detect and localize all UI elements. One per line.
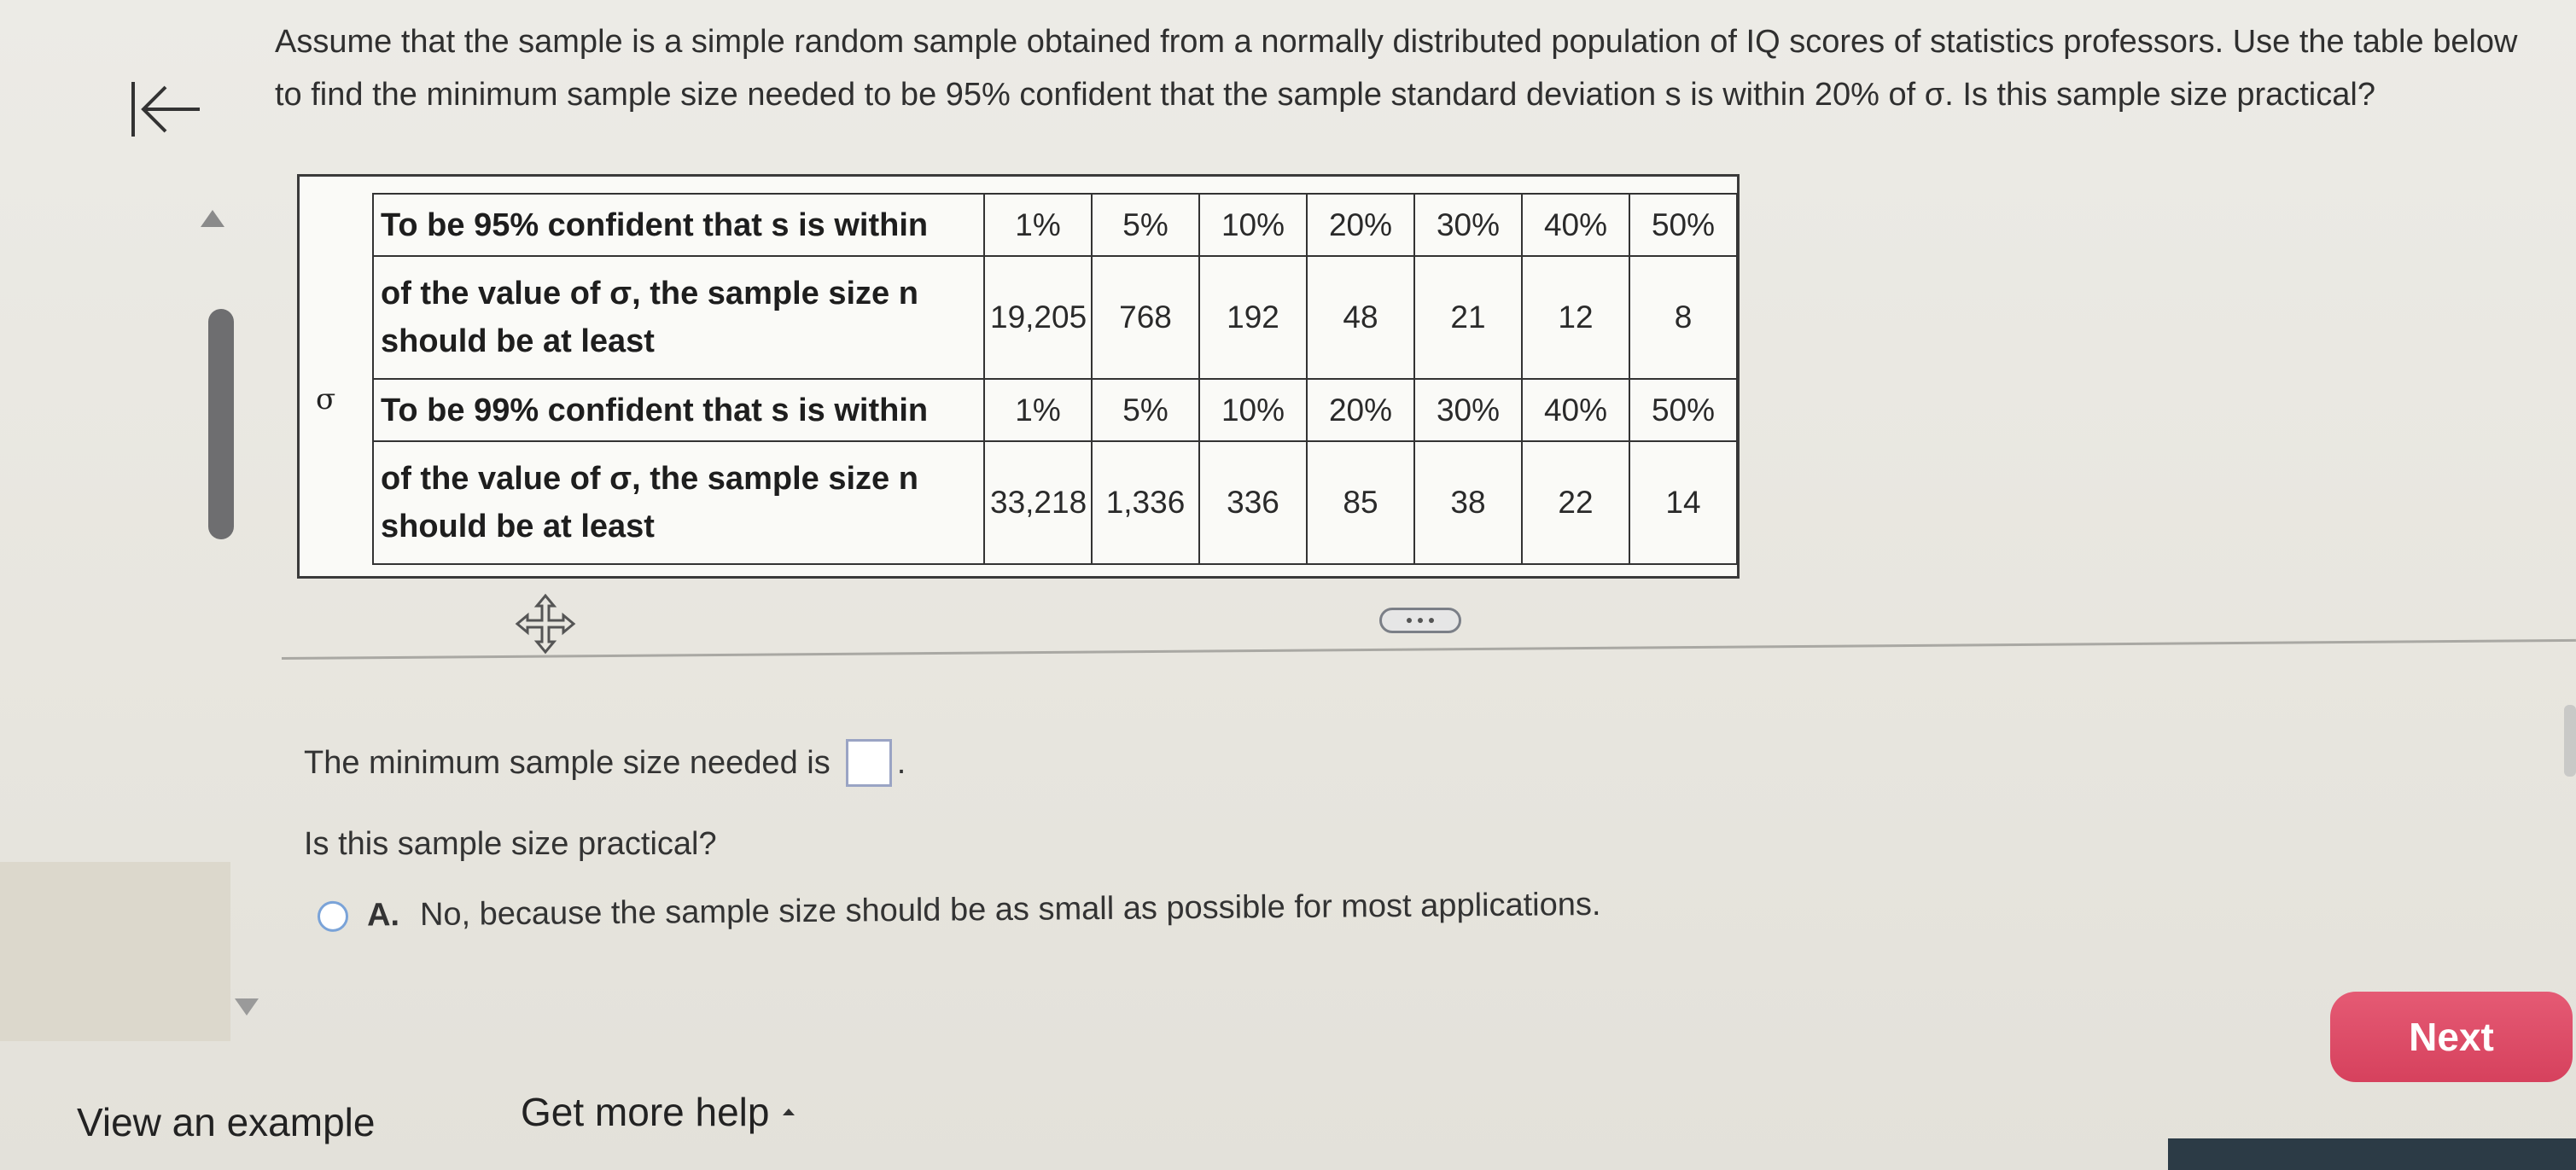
table-cell: 1% [983,377,1093,443]
table-cell: 10% [1198,377,1308,443]
table-cell: 192 [1198,255,1308,380]
answer-line: The minimum sample size needed is . [304,739,906,787]
sample-size-table: To be 95% confident that s is within 1% 5%… [372,192,1738,565]
table-row-label: of the value of σ, the sample size n sho… [372,255,985,380]
right-scroll-handle[interactable] [2564,705,2576,777]
table-cell: 8 [1629,255,1738,380]
table-cell: 85 [1306,440,1415,565]
table-cell: 48 [1306,255,1415,380]
table-cell: 50% [1629,377,1738,443]
next-button[interactable]: Next [2330,992,2573,1082]
option-a-letter: A. [366,897,400,934]
table-cell: 30% [1413,377,1523,443]
table-cell: 33,218 [983,440,1093,565]
option-a[interactable]: A. No, because the sample size should be… [317,886,1601,934]
table-cell: 21 [1413,255,1523,380]
get-more-help-button[interactable]: Get more help [521,1089,796,1135]
option-a-radio[interactable] [317,900,349,932]
table-cell: 14 [1629,440,1738,565]
table-row: of the value of σ, the sample size n sho… [372,440,1738,565]
ellipsis-dot [1429,618,1434,623]
expand-ellipsis-button[interactable] [1379,608,1461,633]
table-cell: 5% [1091,192,1200,258]
view-example-link[interactable]: View an example [77,1099,375,1145]
answer-suffix: . [896,744,906,781]
table-cell: 5% [1091,377,1200,443]
table-cell: 1% [983,192,1093,258]
question-text: Assume that the sample is a simple rando… [275,24,2518,113]
move-icon[interactable] [514,592,577,655]
table-row: of the value of σ, the sample size n sho… [372,255,1738,380]
table-row-label: To be 99% confident that s is within [372,377,985,443]
table-cell: 40% [1521,192,1630,258]
sample-size-input[interactable] [845,739,892,787]
table-cell: 30% [1413,192,1523,258]
scroll-down-arrow-icon[interactable] [235,998,259,1016]
option-a-text: No, because the sample size should be as… [419,886,1601,933]
table-cell: 40% [1521,377,1630,443]
table-cell: 768 [1091,255,1200,380]
table-cell: 22 [1521,440,1630,565]
back-arrow-icon[interactable] [128,79,201,140]
table-row: To be 95% confident that s is within 1% 5%… [372,192,1738,258]
table-cell: 20% [1306,377,1415,443]
caret-up-icon [783,1109,796,1115]
table-cell: 20% [1306,192,1415,258]
table-row-label: To be 95% confident that s is within [372,192,985,258]
section-divider [281,638,2576,660]
table-cell: 1,336 [1091,440,1200,565]
table-cell: 10% [1198,192,1308,258]
table-cell: 12 [1521,255,1630,380]
table-cell: 38 [1413,440,1523,565]
answer-prefix: The minimum sample size needed is [304,744,830,781]
practical-question: Is this sample size practical? [304,826,717,862]
bottom-dark-strip [2168,1138,2576,1170]
table-row-label: of the value of σ, the sample size n sho… [372,440,985,565]
sigma-label: σ [316,382,336,416]
left-panel-shade [0,862,230,1041]
ellipsis-dot [1407,618,1412,623]
table-row: To be 99% confident that s is within 1% 5%… [372,377,1738,443]
table-cell: 50% [1629,192,1738,258]
ellipsis-dot [1418,618,1423,623]
scroll-up-arrow-icon[interactable] [201,210,224,227]
get-more-help-label: Get more help [521,1090,770,1134]
table-cell: 336 [1198,440,1308,565]
scrollbar-thumb[interactable] [208,309,234,539]
table-cell: 19,205 [983,255,1093,380]
